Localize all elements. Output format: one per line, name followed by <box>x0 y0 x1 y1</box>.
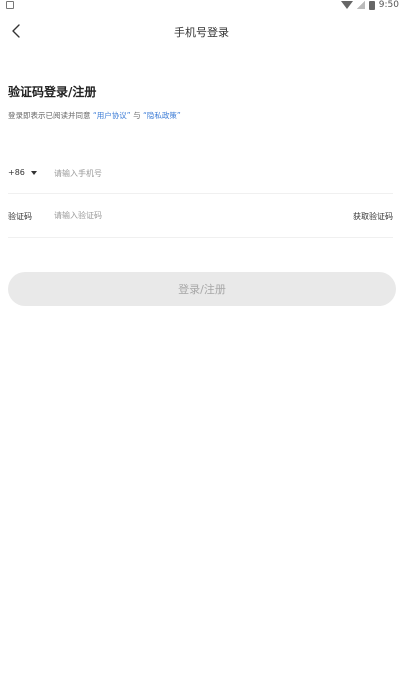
page-title: 手机号登录 <box>174 26 229 39</box>
privacy-policy-link[interactable]: “隐私政策” <box>143 111 181 120</box>
agreement-text: 登录即表示已阅读并同意 “用户协议” 与 “隐私政策” <box>8 110 181 121</box>
code-label: 验证码 <box>8 212 32 221</box>
signal-icon <box>356 1 365 9</box>
battery-icon <box>368 0 375 10</box>
get-code-button[interactable]: 获取验证码 <box>353 211 393 222</box>
header: 手机号登录 <box>0 20 403 44</box>
phone-row: +86 <box>8 160 393 194</box>
status-icons: 9:50 <box>340 0 399 10</box>
agreement-joiner: 与 <box>133 111 141 120</box>
country-code-selector[interactable]: +86 <box>8 168 37 177</box>
code-row: 验证码 获取验证码 <box>8 202 393 238</box>
notification-icon <box>6 1 14 9</box>
section-title: 验证码登录/注册 <box>8 85 97 99</box>
caret-down-icon <box>30 170 37 175</box>
country-code: +86 <box>8 168 25 177</box>
status-bar: 9:50 <box>0 0 403 12</box>
user-agreement-link[interactable]: “用户协议” <box>93 111 131 120</box>
status-time: 9:50 <box>378 0 399 10</box>
phone-input[interactable] <box>54 166 334 180</box>
login-register-button[interactable]: 登录/注册 <box>8 272 396 306</box>
wifi-icon <box>340 1 353 9</box>
code-input[interactable] <box>54 208 284 222</box>
agreement-prefix: 登录即表示已阅读并同意 <box>8 111 91 120</box>
